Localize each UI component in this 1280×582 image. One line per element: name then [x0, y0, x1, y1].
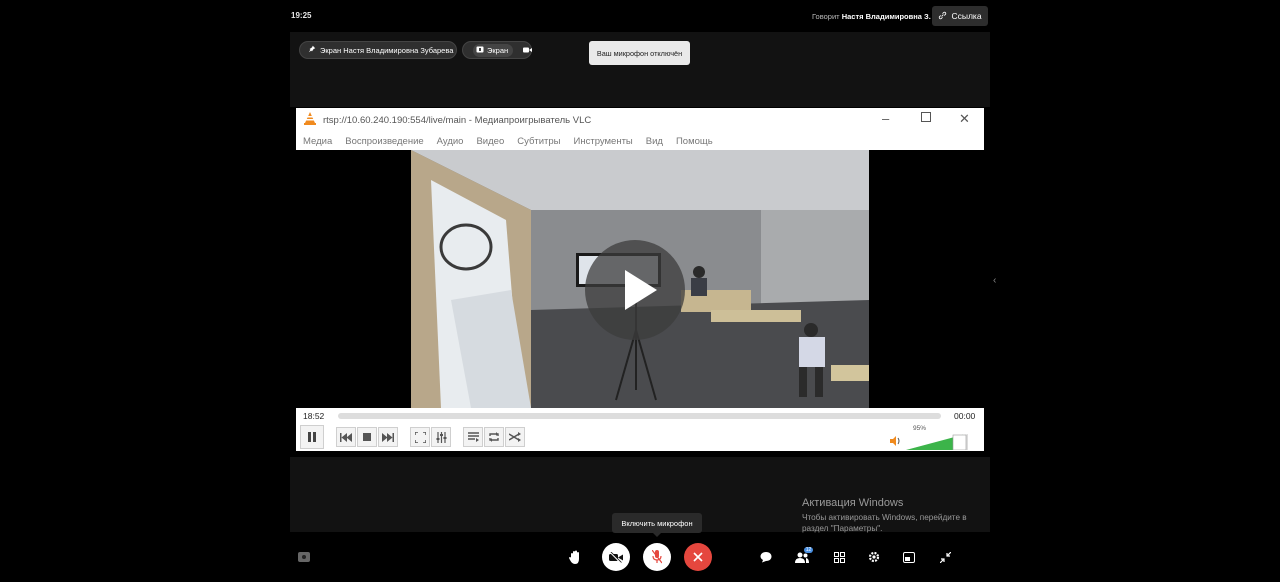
vlc-titlebar: rtsp://10.60.240.190:554/live/main - Мед… [296, 108, 984, 132]
chevron-left-icon[interactable]: ‹ [993, 275, 996, 286]
mic-tooltip: Включить микрофон [612, 513, 702, 533]
vlc-controls: 95% [296, 424, 984, 451]
screen-share-label: Экран Настя Владимировна Зубарева [320, 45, 454, 55]
playlist-button[interactable] [463, 427, 483, 447]
screen-toggle-pill[interactable]: Экран [462, 41, 533, 59]
video-area [296, 150, 984, 408]
screen-toggle[interactable]: Экран [473, 43, 514, 57]
camera-off-icon [609, 551, 623, 563]
classroom-video-image [411, 150, 869, 408]
vlc-window: rtsp://10.60.240.190:554/live/main - Мед… [296, 108, 984, 451]
camera-preview-icon[interactable] [295, 548, 313, 566]
previous-button[interactable] [336, 427, 356, 447]
previous-icon [340, 432, 352, 442]
copy-link-button[interactable]: Ссылка [932, 6, 988, 26]
menu-audio[interactable]: Аудио [437, 136, 464, 147]
elapsed-time: 18:52 [303, 411, 325, 421]
leave-call-button[interactable] [684, 543, 712, 571]
raise-hand-icon[interactable] [566, 548, 584, 566]
fullscreen-icon [414, 431, 426, 443]
tooltip-tail [653, 533, 661, 537]
shuffle-icon [509, 432, 521, 442]
menu-subtitles[interactable]: Субтитры [517, 136, 560, 147]
grid-layout-icon[interactable] [830, 548, 848, 566]
pause-icon [308, 432, 316, 442]
fullscreen-button[interactable] [410, 427, 430, 447]
next-icon [382, 432, 394, 442]
seek-bar[interactable] [338, 413, 941, 419]
menu-tools[interactable]: Инструменты [574, 136, 633, 147]
vlc-menubar: Медиа Воспроизведение Аудио Видео Субтит… [296, 132, 984, 150]
mic-off-notice: Ваш микрофон отключён [589, 41, 690, 65]
stop-button[interactable] [357, 427, 377, 447]
extended-settings-button[interactable] [431, 427, 451, 447]
camera-off-button[interactable] [602, 543, 630, 571]
gear-icon[interactable] [865, 548, 883, 566]
menu-media[interactable]: Медиа [303, 136, 332, 147]
maximize-icon [921, 112, 931, 122]
volume-percent: 95% [913, 425, 927, 432]
volume-speaker-icon[interactable] [890, 433, 902, 451]
windows-activation-title: Активация Windows [802, 497, 904, 509]
camera-video-frame[interactable] [411, 150, 869, 408]
close-icon [693, 552, 703, 562]
pin-icon [308, 45, 316, 55]
menu-help[interactable]: Помощь [676, 136, 713, 147]
mic-off-icon [652, 550, 662, 564]
close-window-button[interactable]: ✕ [959, 111, 970, 127]
total-time: 00:00 [954, 411, 976, 421]
screen-icon [476, 46, 484, 55]
screen-toggle-label: Экран [487, 45, 509, 55]
speaking-prefix: Говорит [812, 12, 840, 21]
participants-count-badge: 12 [804, 547, 813, 553]
next-button[interactable] [378, 427, 398, 447]
pause-button[interactable] [300, 425, 324, 449]
shuffle-button[interactable] [505, 427, 525, 447]
seek-row: 18:52 00:00 [296, 410, 984, 422]
loop-icon [489, 432, 499, 442]
link-icon [938, 11, 947, 22]
stop-icon [363, 433, 371, 441]
clock: 19:25 [291, 11, 312, 20]
volume-slider[interactable] [906, 434, 968, 455]
menu-video[interactable]: Видео [476, 136, 504, 147]
loop-button[interactable] [484, 427, 504, 447]
maximize-button[interactable] [921, 110, 931, 125]
mic-button[interactable] [643, 543, 671, 571]
screen-share-pill[interactable]: Экран Настя Владимировна Зубарева [299, 41, 457, 59]
vlc-window-title: rtsp://10.60.240.190:554/live/main - Мед… [323, 114, 592, 126]
vlc-cone-icon [304, 112, 316, 128]
exit-fullscreen-icon[interactable] [936, 548, 954, 566]
playlist-icon [467, 432, 479, 442]
link-label: Ссылка [951, 11, 982, 21]
camera-icon[interactable] [523, 46, 533, 55]
menu-playback[interactable]: Воспроизведение [345, 136, 423, 147]
chat-icon[interactable] [757, 548, 775, 566]
active-speaker: Говорит Настя Владимировна З. [812, 12, 931, 21]
equalizer-icon [436, 431, 446, 443]
picture-in-picture-icon[interactable] [900, 548, 918, 566]
speaker-name: Настя Владимировна З. [841, 12, 931, 21]
windows-activation-subtitle: Чтобы активировать Windows, перейдите в … [802, 513, 967, 533]
menu-view[interactable]: Вид [646, 136, 663, 147]
minimize-button[interactable]: – [882, 111, 889, 126]
